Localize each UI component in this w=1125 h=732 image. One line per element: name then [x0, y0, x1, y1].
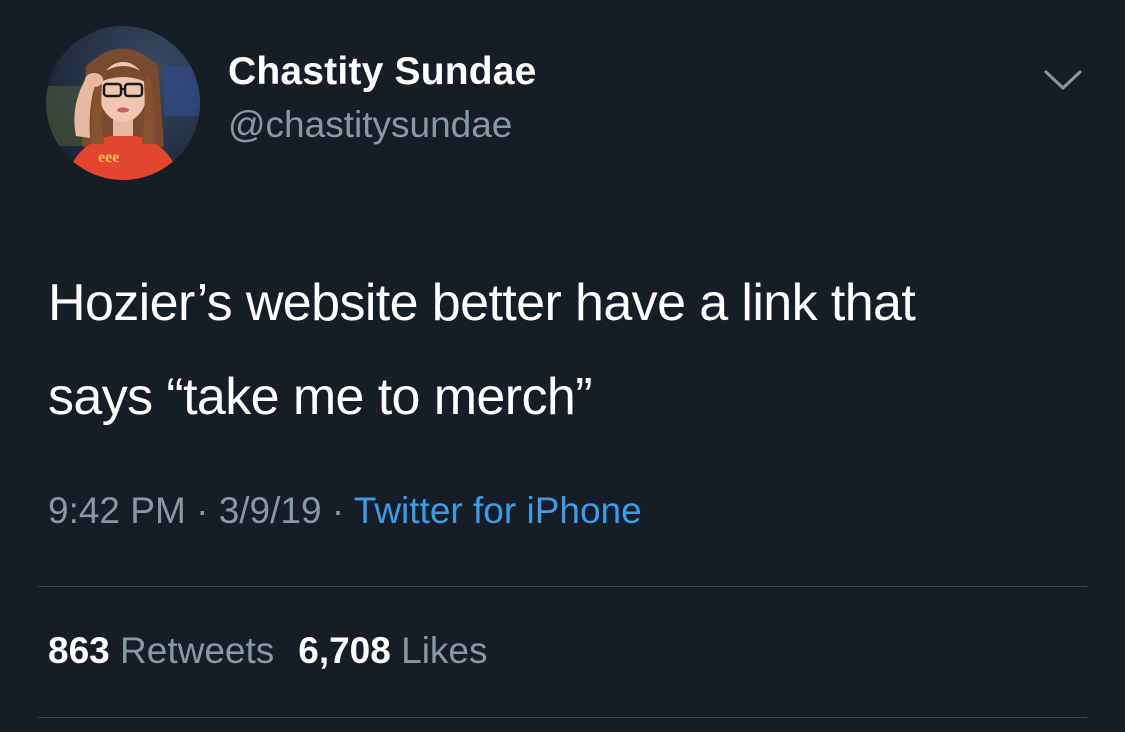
- divider: [38, 586, 1087, 587]
- avatar-image: eee: [46, 26, 200, 180]
- tweet-time: 9:42 PM: [48, 490, 186, 531]
- retweets-stat[interactable]: 863 Retweets: [48, 630, 274, 671]
- user-handle[interactable]: @chastitysundae: [228, 104, 512, 146]
- retweets-label: Retweets: [120, 630, 275, 671]
- retweets-count: 863: [48, 630, 110, 671]
- tweet-stats: 863 Retweets 6,708 Likes: [48, 630, 488, 672]
- likes-count: 6,708: [298, 630, 391, 671]
- tweet-card: eee Chastity Sundae @chastitysundae Hozi…: [0, 0, 1125, 732]
- chevron-down-icon[interactable]: [1042, 64, 1084, 96]
- svg-text:eee: eee: [98, 149, 119, 166]
- avatar[interactable]: eee: [46, 26, 200, 180]
- likes-stat[interactable]: 6,708 Likes: [298, 630, 487, 671]
- tweet-text: Hozier’s website better have a link that…: [48, 256, 1098, 444]
- meta-separator: ·: [321, 490, 354, 531]
- likes-label: Likes: [401, 630, 488, 671]
- display-name[interactable]: Chastity Sundae: [228, 50, 537, 94]
- meta-separator: ·: [185, 490, 219, 531]
- tweet-date[interactable]: 3/9/19: [219, 490, 322, 531]
- tweet-text-line: Hozier’s website better have a link that: [48, 274, 916, 332]
- tweet-text-line: says “take me to merch”: [48, 368, 593, 426]
- tweet-source-link[interactable]: Twitter for iPhone: [354, 490, 642, 531]
- tweet-meta: 9:42 PM · 3/9/19 · Twitter for iPhone: [48, 490, 642, 532]
- divider: [38, 717, 1087, 718]
